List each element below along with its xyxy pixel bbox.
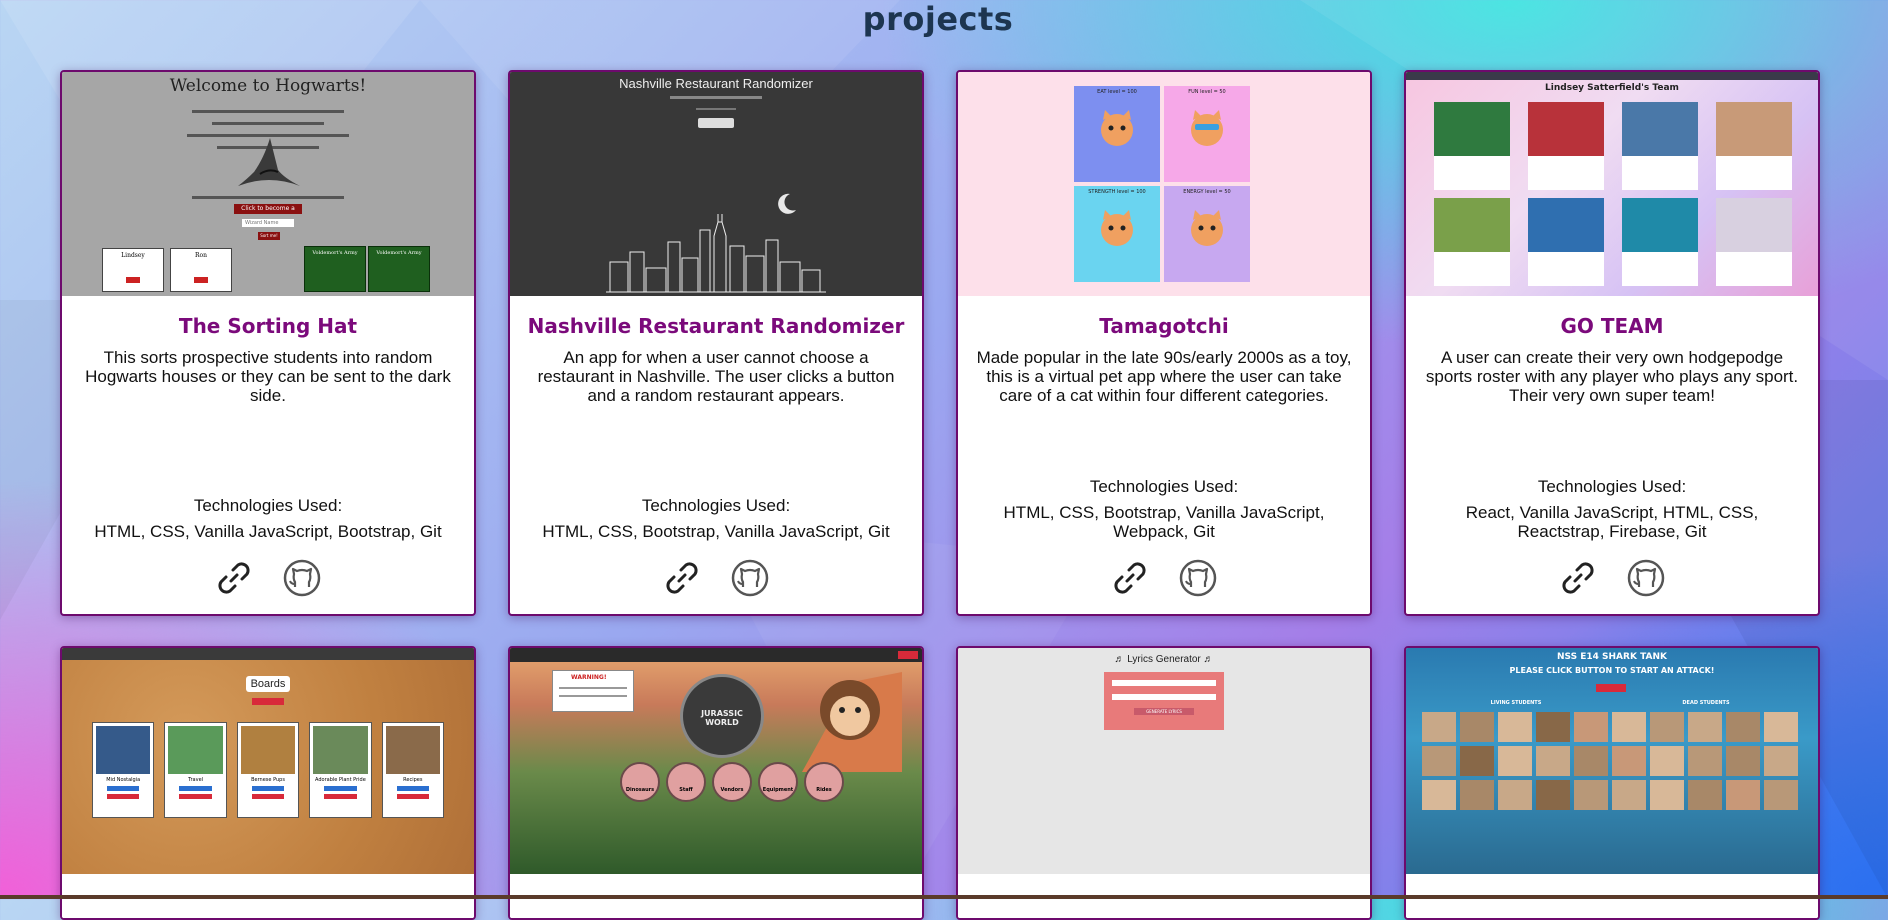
- project-links: [1406, 558, 1818, 598]
- project-screenshot[interactable]: Lindsey Satterfield's Team: [1406, 72, 1818, 296]
- thumb-select: [698, 118, 734, 128]
- project-title: Tamagotchi: [1099, 314, 1229, 338]
- pet-panel: FUN level = 50: [1164, 86, 1250, 182]
- tech-label: Technologies Used:: [1089, 477, 1239, 496]
- thumb-heading: Nashville Restaurant Randomizer: [619, 76, 813, 91]
- project-screenshot[interactable]: EAT level = 100 FUN level = 50 STRENGTH …: [958, 72, 1370, 296]
- tech-list: React, Vanilla JavaScript, HTML, CSS, Re…: [1465, 503, 1759, 541]
- sorting-hat-icon: [238, 138, 300, 186]
- wizard-name-input: Wizard Name: [242, 219, 294, 227]
- tech-list: HTML, CSS, Vanilla JavaScript, Bootstrap…: [94, 522, 442, 541]
- pet-panel: EAT level = 100: [1074, 86, 1160, 182]
- project-screenshot[interactable]: ♬ Lyrics Generator ♬ GENERATE LYRICS: [958, 648, 1370, 874]
- project-title: Nashville Restaurant Randomizer: [527, 314, 905, 338]
- project-card: EAT level = 100 FUN level = 50 STRENGTH …: [956, 70, 1372, 616]
- student-card: Lindsey: [102, 248, 164, 292]
- army-card: Voldemort's Army: [368, 246, 430, 292]
- project-card: Boards Mid Nostalgia Travel Bernese Pups…: [60, 646, 476, 920]
- project-links: [510, 558, 922, 598]
- nav-buttons: Dinosaurs Staff Vendors Equipment Rides: [620, 762, 844, 802]
- link-icon[interactable]: [1110, 558, 1150, 598]
- player-grid: [1428, 102, 1798, 286]
- project-description: An app for when a user cannot choose a r…: [537, 348, 895, 405]
- project-card: Welcome to Hogwarts! Click to become a w…: [60, 70, 476, 616]
- tech-list: HTML, CSS, Bootstrap, Vanilla JavaScript…: [542, 522, 890, 541]
- sort-me-button: Sort me!: [258, 232, 280, 240]
- thumb-subheading: PLEASE CLICK BUTTON TO START AN ATTACK!: [1509, 666, 1715, 675]
- thumb-heading: Lindsey Satterfield's Team: [1545, 83, 1679, 93]
- project-card: WARNING! JURASSIC WORLD Dinosaurs Staff …: [508, 646, 924, 920]
- project-screenshot[interactable]: Welcome to Hogwarts! Click to become a w…: [62, 72, 474, 296]
- thumb-text-line: [696, 108, 736, 110]
- thumb-navbar: [62, 648, 474, 660]
- thumb-caption-line: [192, 196, 344, 199]
- project-screenshot[interactable]: WARNING! JURASSIC WORLD Dinosaurs Staff …: [510, 648, 922, 874]
- cat-icon: [1191, 210, 1223, 246]
- thumb-heading: NSS E14 SHARK TANK: [1557, 652, 1667, 662]
- link-icon[interactable]: [662, 558, 702, 598]
- section-title: projects: [862, 0, 1014, 38]
- project-title: The Sorting Hat: [178, 314, 358, 338]
- project-screenshot[interactable]: Boards Mid Nostalgia Travel Bernese Pups…: [62, 648, 474, 874]
- tech-list: HTML, CSS, Bootstrap, Vanilla JavaScript…: [1003, 503, 1325, 541]
- cat-icon: [1101, 210, 1133, 246]
- thumb-navbar: [1406, 72, 1818, 80]
- become-wizard-button: Click to become a wizard: [234, 204, 302, 214]
- add-board-button: [252, 698, 284, 705]
- boards-row: Mid Nostalgia Travel Bernese Pups Adorab…: [92, 722, 445, 818]
- lyrics-form: GENERATE LYRICS: [1104, 672, 1224, 730]
- project-card: Lindsey Satterfield's Team GO TEAM A use…: [1404, 70, 1820, 616]
- page-bottom-edge: [0, 895, 1888, 899]
- army-card: Voldemort's Army: [304, 246, 366, 292]
- project-links: [62, 558, 474, 598]
- skyline-icon: [606, 214, 826, 293]
- project-description: A user can create their very own hodgepo…: [1425, 348, 1799, 405]
- github-icon[interactable]: [1178, 558, 1218, 598]
- monkey-icon: [802, 672, 902, 772]
- project-links: [958, 558, 1370, 598]
- thumb-text-line: [670, 96, 762, 99]
- thumb-heading: ♬ Lyrics Generator ♬: [1114, 654, 1214, 665]
- project-screenshot[interactable]: NSS E14 SHARK TANK PLEASE CLICK BUTTON T…: [1406, 648, 1818, 874]
- dead-label: DEAD STUDENTS: [1682, 700, 1730, 706]
- link-icon[interactable]: [1558, 558, 1598, 598]
- github-icon[interactable]: [282, 558, 322, 598]
- tech-label: Technologies Used:: [193, 496, 343, 515]
- student-card: Ron: [170, 248, 232, 292]
- project-card: Nashville Restaurant Randomizer Nashvill…: [508, 70, 924, 616]
- thumb-heading: Welcome to Hogwarts!: [169, 76, 367, 96]
- project-card: NSS E14 SHARK TANK PLEASE CLICK BUTTON T…: [1404, 646, 1820, 920]
- project-description: Made popular in the late 90s/early 2000s…: [976, 348, 1352, 405]
- pet-panel: ENERGY level = 50: [1164, 186, 1250, 282]
- warning-box: WARNING!: [552, 670, 634, 712]
- project-card: ♬ Lyrics Generator ♬ GENERATE LYRICS: [956, 646, 1372, 920]
- thumb-heading: Boards: [246, 676, 290, 692]
- project-title: GO TEAM: [1560, 314, 1664, 338]
- tech-label: Technologies Used:: [641, 496, 791, 515]
- tech-label: Technologies Used:: [1537, 477, 1687, 496]
- jurassic-logo: JURASSIC WORLD: [680, 674, 764, 758]
- project-description: This sorts prospective students into ran…: [85, 348, 451, 405]
- student-grid: [1422, 712, 1802, 810]
- cat-icon: [1191, 110, 1223, 146]
- attack-button: [1596, 684, 1626, 692]
- thumb-navbar: [510, 648, 922, 662]
- living-label: LIVING STUDENTS: [1490, 700, 1542, 706]
- logout-button: [898, 651, 918, 659]
- link-icon[interactable]: [214, 558, 254, 598]
- github-icon[interactable]: [1626, 558, 1666, 598]
- github-icon[interactable]: [730, 558, 770, 598]
- cat-icon: [1101, 110, 1133, 146]
- project-screenshot[interactable]: Nashville Restaurant Randomizer: [510, 72, 922, 296]
- pet-panel: STRENGTH level = 100: [1074, 186, 1160, 282]
